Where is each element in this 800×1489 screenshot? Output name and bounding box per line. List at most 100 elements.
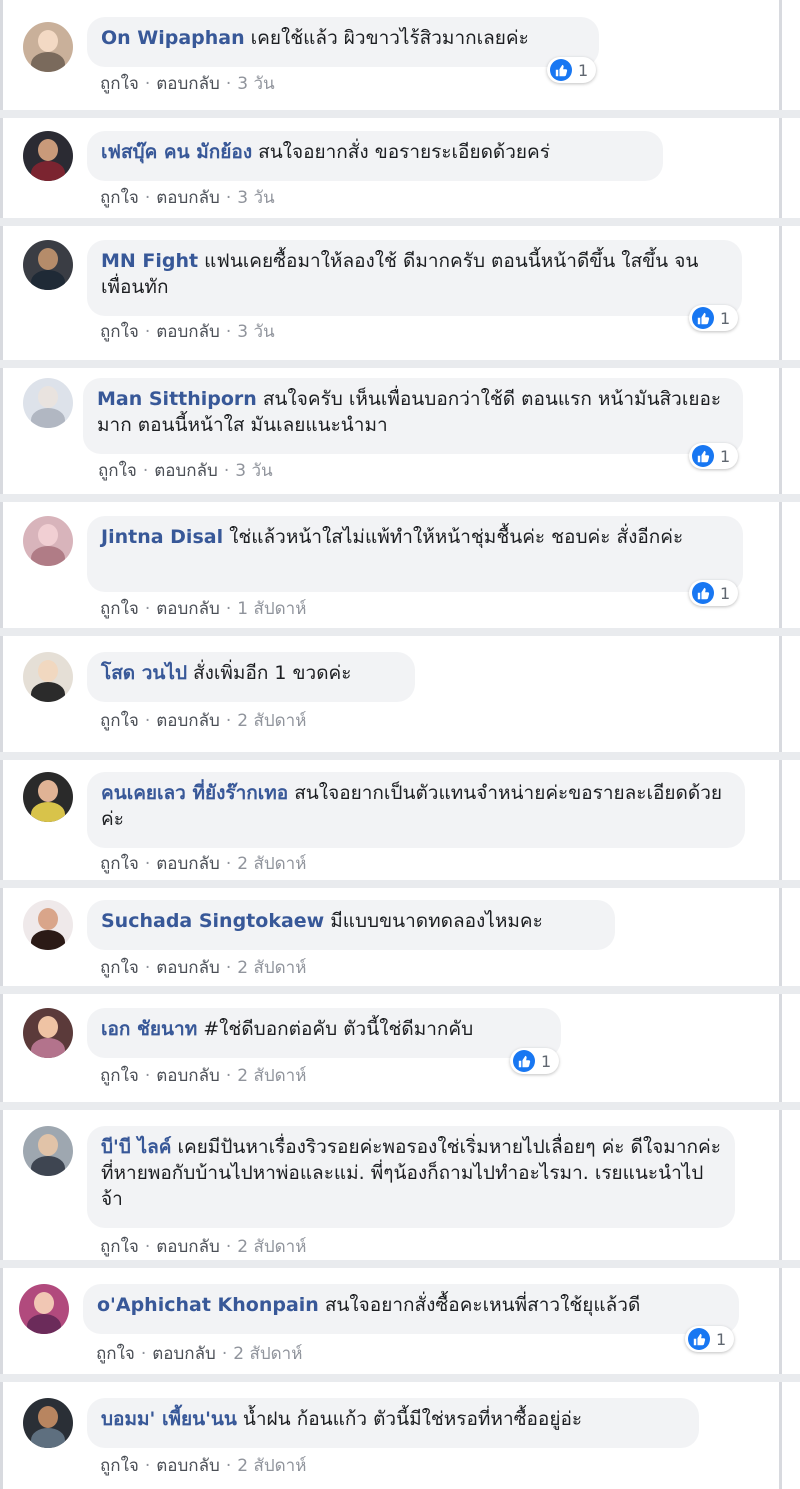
- comment-author-link[interactable]: เฟสบุ๊ค คน มักย้อง: [101, 141, 252, 163]
- avatar-shoulders: [31, 802, 65, 822]
- comment-actions: ถูกใจ · ตอบกลับ · 2 สัปดาห์: [100, 707, 306, 734]
- avatar[interactable]: [23, 900, 73, 950]
- reaction-count-badge[interactable]: 1: [689, 305, 739, 331]
- like-link[interactable]: ถูกใจ: [100, 958, 139, 978]
- comment-author-link[interactable]: โสด วนไป: [101, 662, 187, 684]
- comment-timestamp[interactable]: 3 วัน: [237, 74, 274, 94]
- reaction-count-badge[interactable]: 1: [510, 1048, 560, 1074]
- avatar-shoulders: [31, 408, 65, 428]
- avatar-face: [38, 780, 58, 802]
- comment-timestamp[interactable]: 2 สัปดาห์: [237, 1456, 306, 1476]
- avatar[interactable]: [23, 22, 73, 72]
- comment-timestamp[interactable]: 2 สัปดาห์: [237, 854, 306, 874]
- like-link[interactable]: ถูกใจ: [100, 74, 139, 94]
- comment-timestamp[interactable]: 2 สัปดาห์: [237, 711, 306, 731]
- like-link[interactable]: ถูกใจ: [100, 1066, 139, 1086]
- comment-separator: [0, 360, 800, 368]
- separator-dot: ·: [144, 1066, 151, 1086]
- separator-dot: ·: [144, 1237, 151, 1257]
- comment-actions: ถูกใจ · ตอบกลับ · 3 วัน: [100, 70, 275, 97]
- like-link[interactable]: ถูกใจ: [100, 1456, 139, 1476]
- avatar-face: [38, 30, 58, 52]
- avatar[interactable]: [23, 1398, 73, 1448]
- comment-separator: [0, 628, 800, 636]
- comment-item: คนเคยเลว ที่ยังร๊ากเทอ สนใจอยากเป็นตัวแทน…: [0, 760, 782, 880]
- comment-item: On Wipaphan เคยใช้แล้ว ผิวขาวไร้สิวมากเลย…: [0, 0, 782, 110]
- like-link[interactable]: ถูกใจ: [100, 711, 139, 731]
- avatar[interactable]: [23, 516, 73, 566]
- reaction-count-badge[interactable]: 1: [689, 443, 739, 469]
- like-link[interactable]: ถูกใจ: [98, 461, 137, 481]
- reply-link[interactable]: ตอบกลับ: [152, 1344, 216, 1364]
- comment-text: มีแบบขนาดทดลองไหมคะ: [330, 910, 543, 932]
- avatar[interactable]: [23, 652, 73, 702]
- comment-author-link[interactable]: Man Sitthiporn: [97, 388, 257, 410]
- separator-dot: ·: [225, 1456, 232, 1476]
- comment-timestamp[interactable]: 2 สัปดาห์: [237, 1237, 306, 1257]
- comment-author-link[interactable]: On Wipaphan: [101, 27, 245, 49]
- avatar-face: [38, 660, 58, 682]
- reply-link[interactable]: ตอบกลับ: [156, 854, 220, 874]
- reaction-count: 1: [720, 583, 731, 603]
- reaction-count-badge[interactable]: 1: [689, 580, 739, 606]
- comment-actions: ถูกใจ · ตอบกลับ · 2 สัปดาห์: [100, 1452, 306, 1479]
- reaction-count: 1: [541, 1051, 552, 1071]
- reply-link[interactable]: ตอบกลับ: [154, 461, 218, 481]
- avatar-shoulders: [31, 1156, 65, 1176]
- comment-bubble: บี'บี ไลค์ เคยมีปันหาเรื่องริวรอยค่ะพอรอง…: [87, 1126, 735, 1228]
- comment-author-link[interactable]: MN Fight: [101, 250, 198, 272]
- reply-link[interactable]: ตอบกลับ: [156, 1237, 220, 1257]
- reply-link[interactable]: ตอบกลับ: [156, 322, 220, 342]
- avatar-shoulders: [31, 546, 65, 566]
- like-link[interactable]: ถูกใจ: [100, 322, 139, 342]
- reaction-count-badge[interactable]: 1: [685, 1326, 735, 1352]
- comment-item: เฟสบุ๊ค คน มักย้อง สนใจอยากสั่ง ขอรายระเอ…: [0, 118, 782, 218]
- comment-timestamp[interactable]: 2 สัปดาห์: [233, 1344, 302, 1364]
- avatar-shoulders: [31, 270, 65, 290]
- comment-separator: [0, 110, 800, 118]
- comment-timestamp[interactable]: 3 วัน: [237, 188, 274, 208]
- avatar[interactable]: [23, 378, 73, 428]
- avatar[interactable]: [23, 1126, 73, 1176]
- comment-author-link[interactable]: บี'บี ไลค์: [101, 1136, 171, 1158]
- separator-dot: ·: [225, 322, 232, 342]
- like-thumb-icon: [550, 59, 572, 81]
- like-link[interactable]: ถูกใจ: [100, 599, 139, 619]
- reply-link[interactable]: ตอบกลับ: [156, 1066, 220, 1086]
- comment-author-link[interactable]: บอมม' เพี้ยน'นน: [101, 1408, 237, 1430]
- avatar[interactable]: [23, 772, 73, 822]
- reaction-count-badge[interactable]: 1: [547, 57, 597, 83]
- comment-timestamp[interactable]: 2 สัปดาห์: [237, 958, 306, 978]
- reaction-count: 1: [716, 1329, 727, 1349]
- avatar[interactable]: [19, 1284, 69, 1334]
- reply-link[interactable]: ตอบกลับ: [156, 711, 220, 731]
- comment-timestamp[interactable]: 3 วัน: [235, 461, 272, 481]
- reply-link[interactable]: ตอบกลับ: [156, 1456, 220, 1476]
- reply-link[interactable]: ตอบกลับ: [156, 958, 220, 978]
- comment-bubble: Suchada Singtokaew มีแบบขนาดทดลองไหมคะ: [87, 900, 615, 950]
- comment-timestamp[interactable]: 2 สัปดาห์: [237, 1066, 306, 1086]
- comment-text: สั่งเพิ่มอีก 1 ขวดค่ะ: [193, 662, 352, 684]
- comment-bubble: คนเคยเลว ที่ยังร๊ากเทอ สนใจอยากเป็นตัวแทน…: [87, 772, 745, 848]
- comment-author-link[interactable]: คนเคยเลว ที่ยังร๊ากเทอ: [101, 782, 288, 804]
- comment-author-link[interactable]: Suchada Singtokaew: [101, 910, 324, 932]
- comment-author-link[interactable]: เอก ชัยนาท: [101, 1018, 197, 1040]
- avatar[interactable]: [23, 131, 73, 181]
- reply-link[interactable]: ตอบกลับ: [156, 599, 220, 619]
- comment-author-link[interactable]: o'Aphichat Khonpain: [97, 1294, 319, 1316]
- like-link[interactable]: ถูกใจ: [100, 1237, 139, 1257]
- avatar[interactable]: [23, 240, 73, 290]
- comment-timestamp[interactable]: 1 สัปดาห์: [237, 599, 306, 619]
- separator-dot: ·: [225, 74, 232, 94]
- comment-bubble: เฟสบุ๊ค คน มักย้อง สนใจอยากสั่ง ขอรายระเอ…: [87, 131, 663, 181]
- like-link[interactable]: ถูกใจ: [100, 188, 139, 208]
- avatar[interactable]: [23, 1008, 73, 1058]
- reply-link[interactable]: ตอบกลับ: [156, 188, 220, 208]
- reply-link[interactable]: ตอบกลับ: [156, 74, 220, 94]
- avatar-face: [38, 139, 58, 161]
- comment-author-link[interactable]: Jintna Disal: [101, 526, 223, 548]
- comment-timestamp[interactable]: 3 วัน: [237, 322, 274, 342]
- separator-dot: ·: [225, 854, 232, 874]
- like-link[interactable]: ถูกใจ: [96, 1344, 135, 1364]
- like-link[interactable]: ถูกใจ: [100, 854, 139, 874]
